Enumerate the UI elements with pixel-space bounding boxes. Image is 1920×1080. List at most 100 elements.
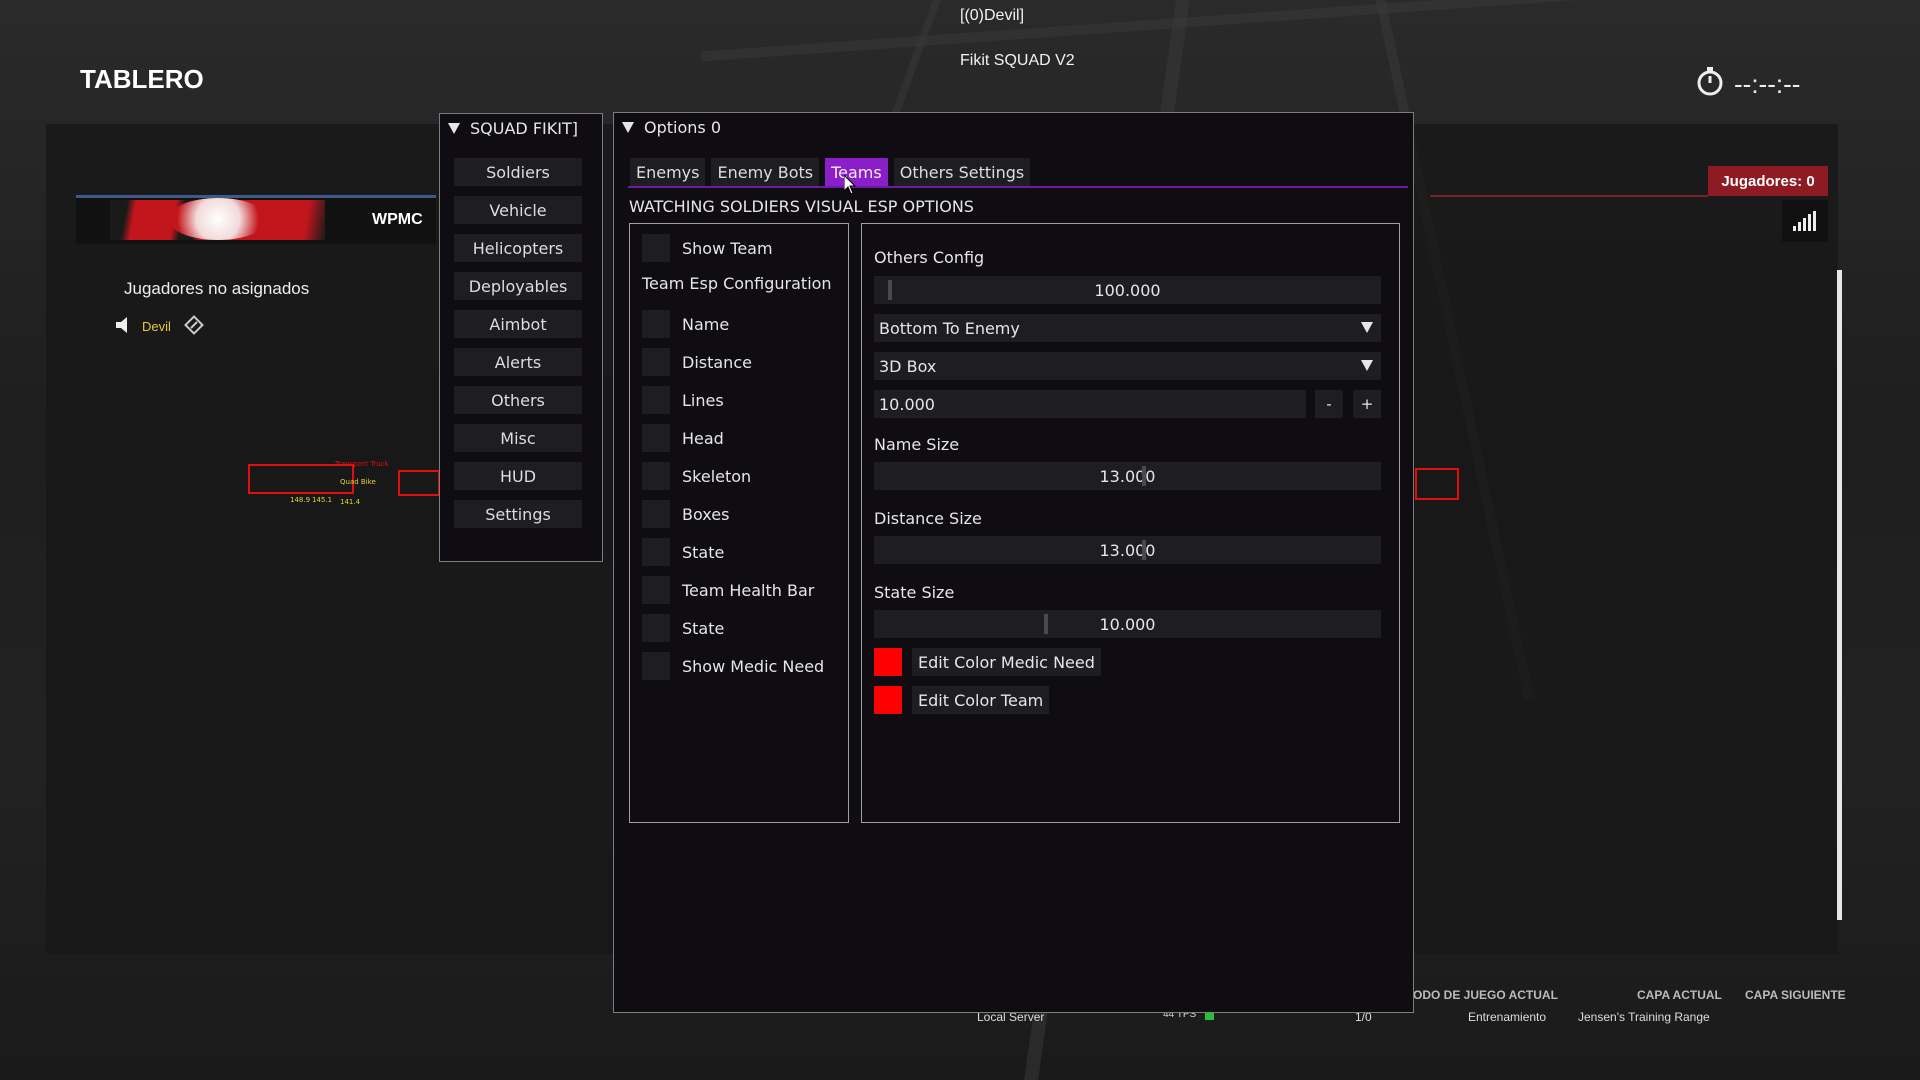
checkbox-box[interactable] (642, 424, 670, 452)
decrement-button[interactable]: - (1315, 390, 1343, 418)
edit-color-team-button[interactable]: Edit Color Team (912, 686, 1050, 714)
tab-enemy-bots[interactable]: Enemy Bots (711, 158, 820, 186)
increment-button[interactable]: + (1353, 390, 1381, 418)
medic-color-row[interactable]: Edit Color Medic Need (874, 648, 1101, 676)
slider-value: 10.000 (1099, 614, 1156, 634)
menu-header[interactable]: SQUAD FIKIT] (440, 114, 602, 142)
skeleton-checkbox[interactable]: Skeleton (642, 462, 751, 490)
options-window[interactable]: Options 0 Enemys Enemy Bots Teams Others… (613, 112, 1414, 1013)
checkbox-box[interactable] (642, 234, 670, 262)
team-color-row[interactable]: Edit Color Team (874, 686, 1050, 714)
scoreboard-scrollbar[interactable] (1837, 270, 1842, 920)
stopwatch-icon (1696, 66, 1724, 103)
squad-leader-icon (183, 314, 205, 339)
checkbox-box[interactable] (642, 348, 670, 376)
menu-title: SQUAD FIKIT] (470, 118, 578, 138)
player-row[interactable]: Devil (116, 314, 205, 339)
next-layer-label: CAPA SIGUIENTE (1745, 988, 1846, 1002)
state-size-label: State Size (874, 583, 955, 602)
distance-checkbox[interactable]: Distance (642, 348, 752, 376)
value-input[interactable]: 10.000 (874, 390, 1306, 418)
slider-value: 13.000 (1099, 540, 1156, 560)
menu-vehicle-button[interactable]: Vehicle (454, 196, 582, 224)
signal-button[interactable] (1782, 200, 1828, 242)
speaker-icon[interactable] (116, 317, 130, 336)
menu-deployables-button[interactable]: Deployables (454, 272, 582, 300)
name-checkbox[interactable]: Name (642, 310, 729, 338)
menu-settings-button[interactable]: Settings (454, 500, 582, 528)
game-mode-value: Entrenamiento (1468, 1010, 1547, 1024)
checkbox-box[interactable] (642, 310, 670, 338)
esp-vehicle-label: Transport Truck (335, 460, 389, 468)
others-config-panel: Others Config 100.000 Bottom To Enemy 3D… (861, 223, 1400, 823)
collapse-triangle-icon[interactable] (622, 121, 634, 133)
state-size-slider[interactable]: 10.000 (874, 610, 1381, 638)
team-health-bar-checkbox[interactable]: Team Health Bar (642, 576, 814, 604)
section-title: WATCHING SOLDIERS VISUAL ESP OPTIONS (629, 197, 974, 216)
current-layer-value: Jensen's Training Range (1578, 1010, 1710, 1024)
menu-soldiers-button[interactable]: Soldiers (454, 158, 582, 186)
show-medic-need-checkbox[interactable]: Show Medic Need (642, 652, 824, 680)
collapse-triangle-icon[interactable] (448, 122, 460, 134)
others-config-heading: Others Config (874, 248, 985, 267)
menu-alerts-button[interactable]: Alerts (454, 348, 582, 376)
box-type-dropdown[interactable]: 3D Box (874, 352, 1381, 380)
show-team-checkbox[interactable]: Show Team (642, 234, 773, 262)
edit-color-medic-button[interactable]: Edit Color Medic Need (912, 648, 1101, 676)
menu-helicopters-button[interactable]: Helicopters (454, 234, 582, 262)
team-divider (1430, 195, 1708, 197)
target-position-dropdown[interactable]: Bottom To Enemy (874, 314, 1381, 342)
name-size-slider[interactable]: 13.000 (874, 462, 1381, 490)
current-layer-label: CAPA ACTUAL (1637, 988, 1722, 1002)
dropdown-arrow-icon[interactable] (1361, 360, 1373, 371)
scoreboard-title: TABLERO (80, 64, 204, 94)
lines-checkbox[interactable]: Lines (642, 386, 724, 414)
slider-value: 13.000 (1099, 466, 1156, 486)
checkbox-label: Boxes (682, 504, 730, 524)
checkbox-label: Skeleton (682, 466, 752, 486)
slider-grab[interactable] (1142, 466, 1146, 486)
state-checkbox-2[interactable]: State (642, 614, 724, 642)
options-title: Options 0 (644, 117, 721, 137)
name-size-label: Name Size (874, 435, 960, 454)
medic-color-swatch[interactable] (874, 648, 902, 676)
dropdown-arrow-icon[interactable] (1361, 322, 1373, 333)
options-tabs: Enemys Enemy Bots Teams Others Settings (630, 158, 1031, 186)
checkbox-box[interactable] (642, 652, 670, 680)
slider-grab[interactable] (1044, 614, 1048, 634)
distance-size-slider[interactable]: 13.000 (874, 536, 1381, 564)
menu-others-button[interactable]: Others (454, 386, 582, 414)
checkbox-label: Name (682, 314, 730, 334)
team-esp-config-heading: Team Esp Configuration (642, 274, 832, 293)
dropdown-value: 3D Box (879, 356, 937, 376)
player-name[interactable]: Devil (142, 319, 171, 334)
state-checkbox[interactable]: State (642, 538, 724, 566)
slider-value: 100.000 (1094, 280, 1161, 300)
esp-distance-label: 145.1 (312, 496, 333, 504)
show-team-label: Show Team (682, 238, 773, 258)
checkbox-box[interactable] (642, 386, 670, 414)
checkbox-box[interactable] (642, 462, 670, 490)
options-header[interactable]: Options 0 (614, 113, 1413, 141)
tab-enemys[interactable]: Enemys (630, 158, 706, 186)
team-esp-panel: Show Team Team Esp Configuration Name Di… (629, 223, 849, 823)
menu-misc-button[interactable]: Misc (454, 424, 582, 452)
checkbox-box[interactable] (642, 500, 670, 528)
input-value: 10.000 (879, 394, 935, 414)
slider-grab[interactable] (888, 280, 892, 300)
menu-window[interactable]: SQUAD FIKIT] Soldiers Vehicle Helicopter… (439, 113, 603, 562)
checkbox-box[interactable] (642, 576, 670, 604)
boxes-checkbox[interactable]: Boxes (642, 500, 729, 528)
mouse-cursor-icon (843, 173, 858, 199)
slider-grab[interactable] (1142, 540, 1146, 560)
tab-underline (628, 186, 1408, 188)
checkbox-box[interactable] (642, 538, 670, 566)
tab-others-settings[interactable]: Others Settings (893, 158, 1031, 186)
team-color-swatch[interactable] (874, 686, 902, 714)
head-checkbox[interactable]: Head (642, 424, 724, 452)
checkbox-box[interactable] (642, 614, 670, 642)
game-mode-label: ODO DE JUEGO ACTUAL (1413, 988, 1558, 1002)
others-config-slider[interactable]: 100.000 (874, 276, 1381, 304)
menu-aimbot-button[interactable]: Aimbot (454, 310, 582, 338)
menu-hud-button[interactable]: HUD (454, 462, 582, 490)
